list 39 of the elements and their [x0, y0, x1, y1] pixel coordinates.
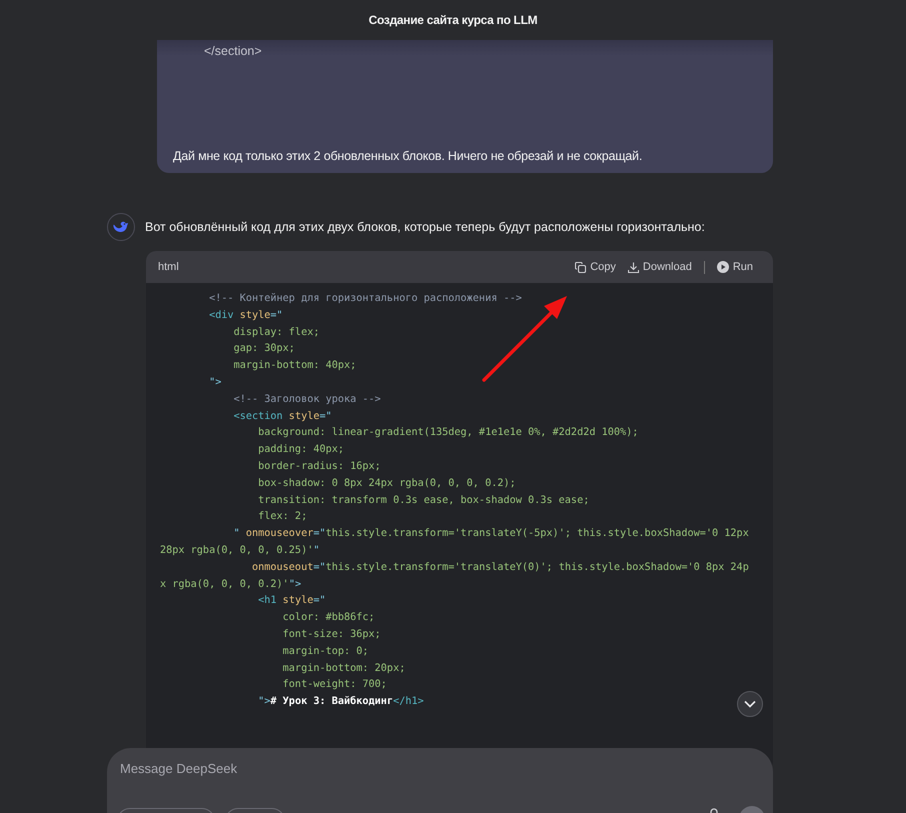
assistant-message-text: Вот обновлённый код для этих двух блоков, которые теперь будут расположены горизонтально: [145, 220, 705, 234]
message-input[interactable]: Message DeepSeek [118, 760, 622, 777]
quoted-code: </section> [203, 44, 263, 58]
code-line: font-size: 36px; [282, 628, 381, 642]
code-line: background: linear-gradient(135deg, #1e1e1e 0%, #2d2d2d 100%); [257, 426, 638, 440]
copy-button[interactable]: Copy [569, 261, 622, 273]
code-line: <h1 style=" [257, 594, 326, 608]
user-message-text: Дай мне код только этих 2 обновленных блоков. Ничего не обрезай и не сокращай. [173, 149, 644, 163]
code-line: transition: transform 0.3s ease, box-shadow 0.3s ease; [257, 494, 590, 508]
code-line: "># Урок 3: Вайбкодинг</h1> [257, 695, 424, 710]
code-line: border-radius: 16px; [257, 460, 381, 474]
chat-title: Создание сайта курса по LLM [368, 12, 538, 29]
code-line: box-shadow: 0 8px 24px rgba(0, 0, 0, 0.2); [257, 476, 516, 491]
code-line: onmouseout="this.style.transform='translateY(0)'; this.style.boxShadow='0 8px 24p [251, 560, 749, 575]
code-line: <div style=" [208, 308, 283, 323]
play-icon [716, 261, 729, 273]
code-line: display: flex; [232, 326, 320, 340]
download-icon [628, 262, 639, 272]
code-line: color: #bb86fc; [282, 611, 375, 626]
code-line: margin-bottom: 40px; [232, 359, 356, 374]
code-line: margin-bottom: 20px; [282, 662, 406, 676]
code-line: <!-- Контейнер для горизонтального расположения --> [208, 292, 522, 306]
code-line: " onmouseover="this.style.transform='translateY(-5px)'; this.style.boxShadow='0 12px [232, 527, 749, 542]
code-line: <section style=" [232, 410, 332, 424]
code-line: font-weight: 700; [282, 678, 387, 692]
run-button[interactable]: Run [710, 261, 759, 273]
code-line: "> [208, 376, 222, 390]
code-language: html [158, 261, 180, 273]
scroll-down-button[interactable] [737, 691, 763, 717]
code-line: margin-top: 0; [282, 644, 369, 659]
code-line: <!-- Заголовок урока --> [232, 392, 381, 407]
code-line: gap: 30px; [232, 342, 295, 356]
code-line: x rgba(0, 0, 0, 0.2)'"> [160, 578, 302, 592]
code-line: 28px rgba(0, 0, 0, 0.25)'" [160, 544, 320, 558]
chevron-down-icon [744, 700, 756, 708]
download-button[interactable]: Download [622, 261, 698, 273]
code-line: flex: 2; [257, 510, 308, 524]
code-line: padding: 40px; [257, 443, 344, 458]
copy-icon [575, 262, 586, 272]
